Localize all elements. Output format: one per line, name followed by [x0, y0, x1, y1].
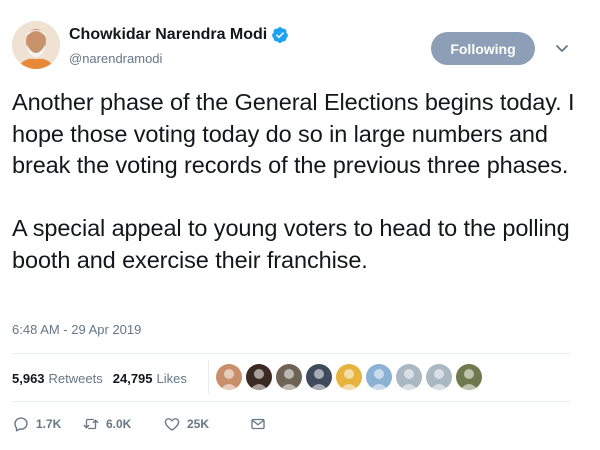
retweets-label: Retweets	[48, 371, 103, 386]
liker-avatar[interactable]	[396, 364, 422, 390]
tweet-card: Chowkidar Narendra Modi @narendramodi Fo…	[0, 0, 600, 450]
liker-avatar[interactable]	[426, 364, 452, 390]
likes-label: Likes	[156, 371, 187, 386]
likes-count: 24,795	[112, 371, 153, 386]
divider	[12, 401, 570, 402]
chevron-down-icon[interactable]	[554, 40, 570, 56]
liker-avatars	[216, 364, 486, 390]
user-handle[interactable]: @narendramodi	[69, 51, 162, 66]
liker-avatar[interactable]	[456, 364, 482, 390]
avatar[interactable]	[12, 21, 60, 69]
reply-count: 1.7K	[36, 417, 62, 431]
liker-avatar[interactable]	[336, 364, 362, 390]
reply-button[interactable]: 1.7K	[12, 415, 82, 433]
liker-avatar[interactable]	[306, 364, 332, 390]
divider	[12, 353, 570, 354]
like-icon	[164, 418, 180, 431]
stats-separator	[208, 360, 209, 394]
retweet-button[interactable]: 6.0K	[82, 415, 163, 433]
message-icon	[251, 418, 265, 430]
like-count: 25K	[187, 417, 210, 431]
retweet-icon	[83, 418, 99, 430]
retweet-count: 6.0K	[106, 417, 132, 431]
retweets-stat[interactable]: 5,963 Retweets	[12, 371, 103, 386]
direct-message-button[interactable]	[249, 415, 273, 433]
like-button[interactable]: 25K	[163, 415, 249, 433]
liker-avatar[interactable]	[216, 364, 242, 390]
liker-avatar[interactable]	[246, 364, 272, 390]
retweets-count: 5,963	[12, 371, 45, 386]
engagement-stats: 5,963 Retweets 24,795 Likes	[12, 371, 187, 386]
following-button[interactable]: Following	[431, 32, 535, 65]
tweet-timestamp[interactable]: 6:48 AM - 29 Apr 2019	[12, 322, 141, 337]
tweet-text: Another phase of the General Elections b…	[12, 89, 575, 273]
liker-avatar[interactable]	[276, 364, 302, 390]
user-name-row[interactable]: Chowkidar Narendra Modi	[69, 26, 289, 44]
verified-badge-icon	[272, 27, 289, 43]
reply-icon	[14, 417, 28, 432]
likes-stat[interactable]: 24,795 Likes	[113, 371, 187, 386]
tweet-actions: 1.7K 6.0K 25K	[12, 415, 273, 433]
liker-avatar[interactable]	[366, 364, 392, 390]
user-name[interactable]: Chowkidar Narendra Modi	[69, 26, 267, 44]
